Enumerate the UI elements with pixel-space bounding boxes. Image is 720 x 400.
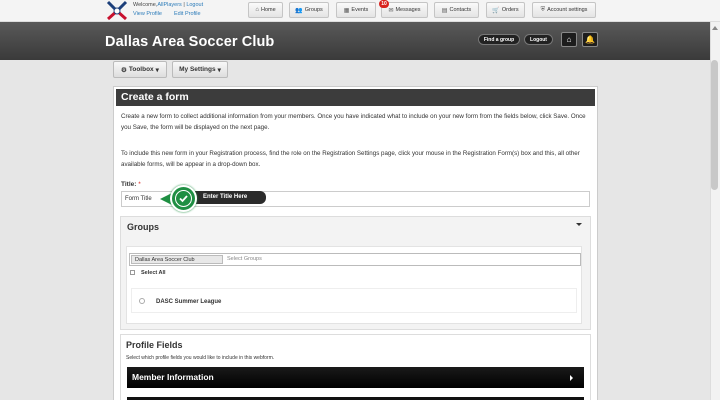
home-icon: ⌂ bbox=[255, 7, 259, 13]
view-profile-link[interactable]: View Profile bbox=[133, 11, 162, 17]
select-all-checkbox[interactable] bbox=[130, 270, 135, 275]
nav-events-label: Events bbox=[351, 7, 369, 13]
nav-groups-label: Groups bbox=[304, 7, 323, 13]
header-logout-button[interactable]: Logout bbox=[524, 34, 553, 45]
messages-badge: 10 bbox=[379, 0, 389, 8]
registration-note: To include this new form in your Registr… bbox=[121, 150, 580, 168]
profile-fields-subtitle: Select which profile fields you would li… bbox=[126, 355, 275, 361]
group-radio[interactable] bbox=[139, 298, 145, 304]
users-icon: 👥 bbox=[295, 7, 303, 14]
bell-icon: 🔔 bbox=[585, 35, 595, 44]
home-icon-button[interactable]: ⌂ bbox=[561, 32, 577, 47]
notifications-button[interactable]: 🔔 bbox=[582, 32, 598, 47]
calendar-icon: ▦ bbox=[343, 7, 350, 14]
title-label-text: Title: bbox=[121, 181, 137, 188]
address-book-icon: ▤ bbox=[441, 7, 448, 14]
nav-contacts-button[interactable]: ▤ Contacts bbox=[434, 2, 479, 18]
club-logo[interactable] bbox=[106, 0, 128, 21]
scroll-up-icon[interactable] bbox=[712, 26, 718, 30]
required-marker: * bbox=[138, 181, 141, 188]
intro-text: Create a new form to collect additional … bbox=[121, 113, 586, 131]
tooltip-label: Enter Title Here bbox=[195, 191, 266, 204]
nav-account-settings-label: Account settings bbox=[547, 7, 588, 13]
title-field-label: Title: * bbox=[121, 181, 141, 188]
edit-profile-link[interactable]: Edit Profile bbox=[174, 11, 201, 17]
nav-events-button[interactable]: ▦ Events bbox=[336, 2, 376, 18]
nav-messages-label: Messages bbox=[395, 7, 421, 13]
member-information-section[interactable]: Member Information bbox=[127, 367, 584, 388]
club-title: Dallas Area Soccer Club bbox=[105, 34, 275, 50]
select-all-label: Select All bbox=[141, 270, 166, 276]
my-settings-dropdown[interactable]: My Settings ▾ bbox=[172, 61, 228, 78]
caret-down-icon: ▾ bbox=[155, 66, 159, 74]
nav-home-button[interactable]: ⌂ Home bbox=[248, 2, 283, 18]
group-select-placeholder: Select Groups bbox=[227, 256, 262, 262]
profile-fields-heading: Profile Fields bbox=[126, 340, 183, 350]
selected-group-chip[interactable]: Dallas Area Soccer Club bbox=[131, 255, 223, 264]
cart-icon: 🛒 bbox=[492, 7, 500, 14]
find-group-button[interactable]: Find a group bbox=[478, 34, 520, 45]
group-item-label: DASC Summer League bbox=[156, 299, 222, 305]
chevron-right-icon bbox=[570, 375, 573, 381]
welcome-text: Welcome, bbox=[133, 2, 158, 8]
nav-home-label: Home bbox=[260, 7, 276, 13]
welcome-block: Welcome,AllPlayers | Logout View Profile… bbox=[133, 1, 213, 18]
nav-contacts-label: Contacts bbox=[449, 7, 472, 13]
nav-orders-label: Orders bbox=[501, 7, 519, 13]
nav-orders-button[interactable]: 🛒 Orders bbox=[486, 2, 525, 18]
caret-down-icon: ▾ bbox=[217, 66, 221, 74]
collapse-caret-icon[interactable] bbox=[576, 223, 582, 226]
home-icon: ⌂ bbox=[566, 35, 572, 44]
nav-account-settings-button[interactable]: ⛨ Account settings bbox=[532, 2, 596, 18]
toolbox-label: Toolbox bbox=[128, 66, 154, 73]
groups-heading: Groups bbox=[127, 222, 160, 232]
gear-icon: ⚙ bbox=[121, 66, 127, 74]
my-settings-label: My Settings bbox=[179, 66, 216, 73]
nav-groups-button[interactable]: 👥 Groups bbox=[289, 2, 329, 18]
scrollbar-thumb[interactable] bbox=[711, 60, 718, 190]
page-title: Create a form bbox=[116, 89, 595, 106]
logout-link[interactable]: Logout bbox=[186, 2, 203, 8]
user-name-link[interactable]: AllPlayers bbox=[157, 2, 181, 8]
envelope-icon: ✉ bbox=[388, 7, 394, 14]
shield-icon: ⛨ bbox=[540, 6, 546, 13]
toolbox-dropdown[interactable]: ⚙ Toolbox ▾ bbox=[113, 61, 167, 78]
check-icon bbox=[175, 190, 192, 207]
